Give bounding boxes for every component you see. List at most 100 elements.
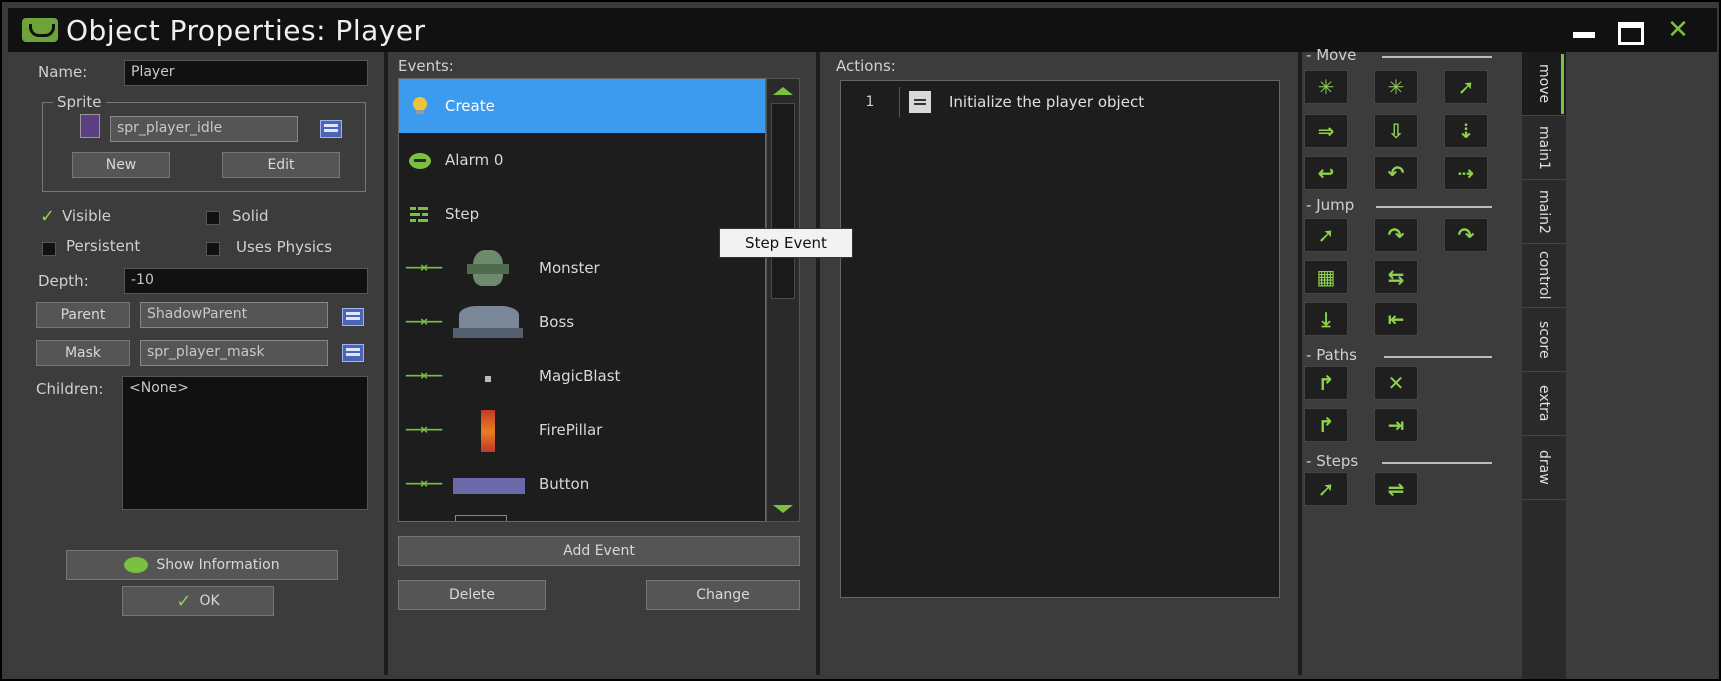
event-label: Button [539,475,590,493]
action-row[interactable]: 1 Initialize the player object [841,85,1279,119]
event-item-alarm-0[interactable]: Alarm 0 [399,133,765,187]
library-tabs: move main1 main2 control score extra dra… [1522,52,1566,679]
persistent-label: Persistent [66,237,141,255]
section-line [1382,56,1492,58]
align-to-grid-icon[interactable]: ▦ [1304,260,1348,294]
children-label: Children: [36,380,104,398]
tab-label: extra [1536,385,1552,422]
edit-sprite-button[interactable]: Edit [222,152,340,178]
solid-checkbox[interactable] [206,211,220,225]
code-document-icon [909,91,931,113]
jump-to-random-icon[interactable]: ↷ [1444,218,1488,252]
info-icon [124,557,149,573]
sprite-browse-icon[interactable] [320,120,342,138]
action-number: 1 [865,94,875,110]
new-sprite-button[interactable]: New [72,152,170,178]
boss-sprite-icon [453,298,525,346]
checkmark-icon: ✓ [176,590,192,612]
event-item-collision-boss[interactable]: ⟶⟵ Boss [399,295,765,349]
library-section-paths: - Paths [1306,346,1357,364]
physics-checkbox[interactable] [206,242,220,256]
mask-browse-icon[interactable] [342,344,364,362]
maximize-button[interactable] [1609,14,1651,46]
mask-button[interactable]: Mask [36,340,130,366]
end-path-icon[interactable]: ✕ [1374,366,1418,400]
reverse-vertical-icon[interactable]: ↶ [1374,156,1418,190]
object-properties-window: Object Properties: Player ✕ Name: Player… [0,0,1721,681]
tab-score[interactable]: score [1522,308,1566,372]
visible-checkbox[interactable] [40,206,56,227]
scroll-thumb[interactable] [771,103,795,299]
wrap-screen-icon[interactable]: ⇆ [1374,260,1418,294]
bounce-icon[interactable]: ⇤ [1374,302,1418,336]
library-section-paths-label: Paths [1316,346,1357,364]
tab-control[interactable]: control [1522,244,1566,308]
ok-button[interactable]: ✓ OK [122,586,274,616]
move-towards-icon[interactable]: ➚ [1444,70,1488,104]
event-label: Step [445,205,480,223]
event-label: Create [445,97,495,115]
parent-browse-icon[interactable] [342,308,364,326]
set-friction-icon[interactable]: ⇢ [1444,156,1488,190]
library-section-jump: - Jump [1306,196,1355,214]
event-item-collision-magicblast[interactable]: ⟶⟵ MagicBlast [399,349,765,403]
scroll-down-icon[interactable] [773,505,793,513]
event-item-create[interactable]: Create [399,79,765,133]
move-fixed-icon[interactable]: ✳ [1304,70,1348,104]
minimize-button[interactable] [1563,14,1605,46]
alarm-clock-icon [409,153,431,169]
show-information-label: Show Information [156,557,280,573]
action-text: Initialize the player object [949,93,1145,111]
change-event-button[interactable]: Change [646,580,800,610]
right-empty-area [1566,52,1717,679]
jump-to-position-icon[interactable]: ➚ [1304,218,1348,252]
show-information-button[interactable]: Show Information [66,550,338,580]
event-item-step[interactable]: Step [399,187,765,241]
speed-vertical-icon[interactable]: ⇩ [1374,114,1418,148]
children-list[interactable]: <None> [122,376,368,510]
delete-event-button[interactable]: Delete [398,580,546,610]
scroll-up-icon[interactable] [773,87,793,95]
name-input[interactable]: Player [124,60,368,86]
event-label: Boss [539,313,575,331]
speed-horizontal-icon[interactable]: ⇒ [1304,114,1348,148]
parent-button[interactable]: Parent [36,302,130,328]
tab-draw[interactable]: draw [1522,436,1566,500]
path-position-icon[interactable]: ↱ [1304,408,1348,442]
actions-list[interactable]: 1 Initialize the player object [840,80,1280,598]
move-to-contact-icon[interactable]: ⤓ [1304,302,1348,336]
close-button[interactable]: ✕ [1657,14,1699,46]
events-scrollbar[interactable] [766,78,800,522]
events-list[interactable]: Create Alarm 0 Step ⟶⟵ Monster ⟶⟵ Boss ⟶… [398,78,766,522]
tab-main1[interactable]: main1 [1522,116,1566,180]
reverse-horizontal-icon[interactable]: ↩ [1304,156,1348,190]
step-event-tooltip: Step Event [719,228,853,258]
parent-select[interactable]: ShadowParent [140,302,328,328]
step-avoiding-icon[interactable]: ⇌ [1374,472,1418,506]
event-item-collision-button[interactable]: ⟶⟵ Button [399,457,765,511]
jump-to-start-icon[interactable]: ↷ [1374,218,1418,252]
tab-move[interactable]: move [1522,52,1566,116]
collision-arrow-icon: ⟶⟵ [405,314,443,330]
move-free-icon[interactable]: ✳ [1374,70,1418,104]
sprite-select[interactable]: spr_player_idle [110,116,298,142]
path-speed-icon[interactable]: ⇥ [1374,408,1418,442]
depth-input[interactable]: -10 [124,268,368,294]
event-label: Monster [539,259,600,277]
tab-main2[interactable]: main2 [1522,180,1566,244]
event-label: Alarm 0 [445,151,504,169]
mask-select[interactable]: spr_player_mask [140,340,328,366]
name-label: Name: [38,63,88,81]
library-section-move: - Move [1306,46,1357,64]
event-item-collision-monster[interactable]: ⟶⟵ Monster [399,241,765,295]
event-item-collision-firepillar[interactable]: ⟶⟵ FirePillar [399,403,765,457]
library-section-jump-label: Jump [1316,196,1355,214]
set-path-icon[interactable]: ↱ [1304,366,1348,400]
library-section-steps: - Steps [1306,452,1359,470]
tab-extra[interactable]: extra [1522,372,1566,436]
step-towards-icon[interactable]: ➚ [1304,472,1348,506]
add-event-button[interactable]: Add Event [398,536,800,566]
persistent-checkbox[interactable] [42,242,56,256]
lightbulb-icon [413,97,427,114]
set-gravity-icon[interactable]: ⇣ [1444,114,1488,148]
